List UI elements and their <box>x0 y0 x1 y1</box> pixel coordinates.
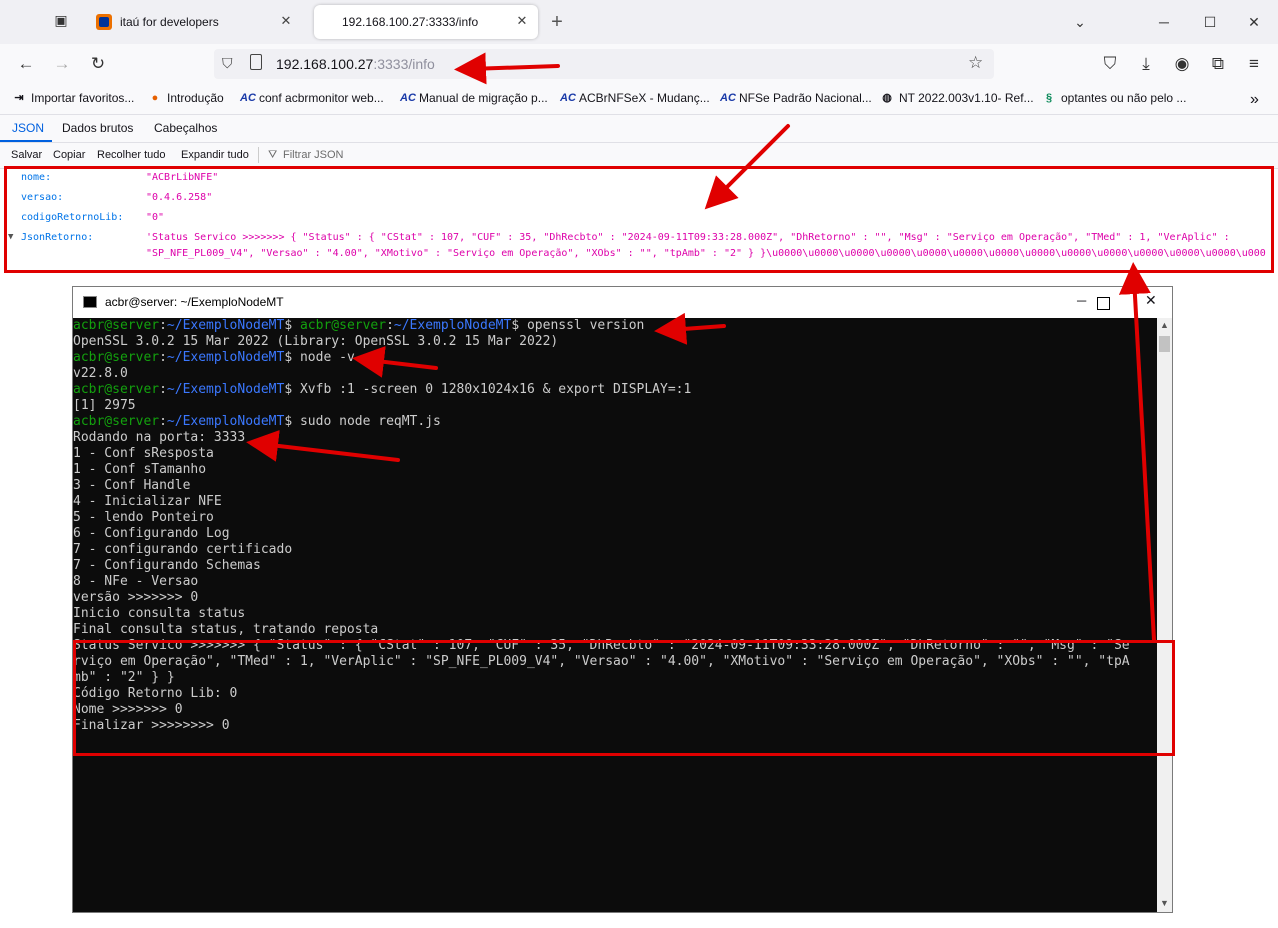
annotation-arrows <box>246 52 1156 642</box>
arrow-to-openssl <box>654 312 726 345</box>
arrow-to-json <box>704 124 790 210</box>
arrow-link-boxes <box>1118 262 1156 642</box>
arrow-to-url <box>454 52 560 85</box>
arrow-to-node <box>352 345 438 378</box>
arrow-to-port <box>246 429 400 462</box>
